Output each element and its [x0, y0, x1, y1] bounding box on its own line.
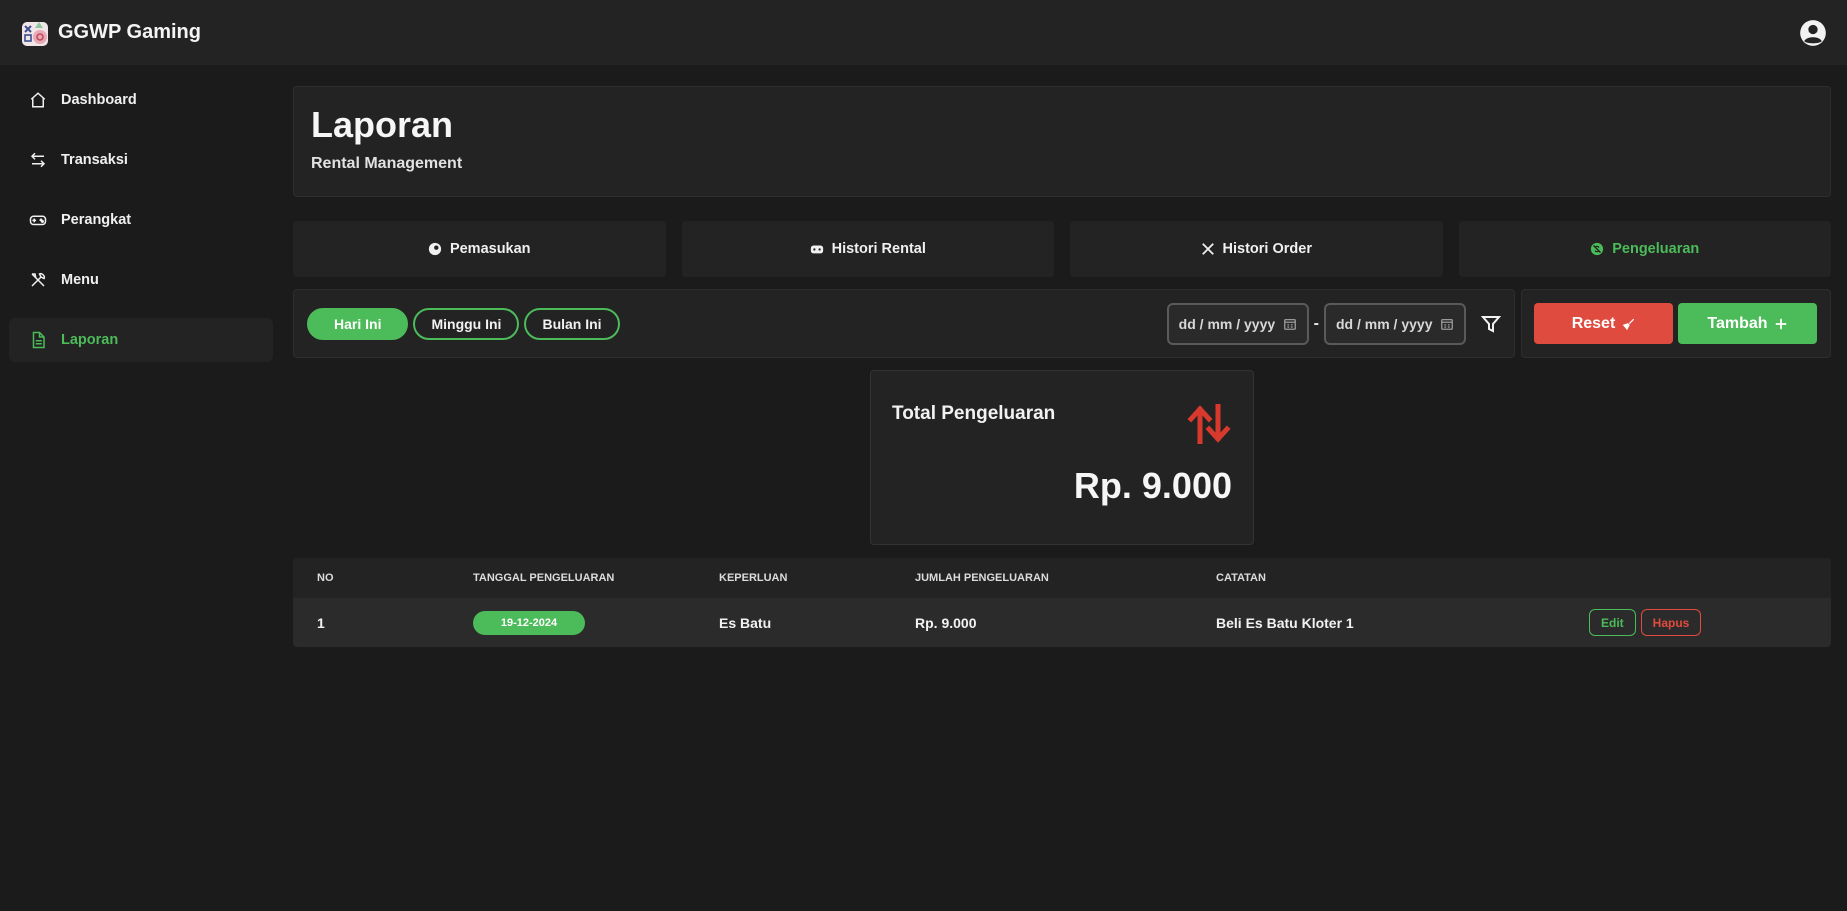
quick-filters: Hari Ini Minggu Ini Bulan Ini	[307, 307, 620, 340]
sidebar-item-laporan[interactable]: Laporan	[9, 318, 273, 362]
brand[interactable]: GGWP Gaming	[20, 18, 201, 48]
date-badge: 19-12-2024	[473, 610, 585, 635]
filter-icon[interactable]	[1481, 314, 1501, 334]
table-header: NO TANGGAL PENGELUARAN KEPERLUAN JUMLAH …	[293, 558, 1831, 598]
gamepad-icon	[29, 215, 47, 226]
tab-label: Histori Rental	[831, 241, 926, 257]
edit-button[interactable]: Edit	[1589, 609, 1636, 636]
date-separator: -	[1313, 314, 1319, 332]
date-from-placeholder: dd / mm / yyyy	[1178, 315, 1276, 332]
tab-histori-order[interactable]: Histori Order	[1070, 221, 1443, 277]
page-subtitle: Rental Management	[311, 155, 463, 172]
logo-icon	[22, 21, 48, 46]
tab-pengeluaran[interactable]: Pengeluaran	[1458, 221, 1831, 277]
filter-card: Hari Ini Minggu Ini Bulan Ini dd / mm / …	[293, 289, 1515, 358]
sidebar-item-perangkat[interactable]: Perangkat	[9, 198, 273, 242]
stat-label: Total Pengeluaran	[892, 403, 1056, 424]
date-from-input[interactable]: dd / mm / yyyy	[1166, 302, 1309, 345]
cell-catatan: Beli Es Batu Kloter 1	[1216, 614, 1354, 631]
column-header-no: NO	[317, 572, 334, 584]
broom-icon	[1623, 318, 1635, 330]
reset-label: Reset	[1571, 314, 1616, 332]
sidebar-item-label: Dashboard	[61, 92, 137, 108]
add-button[interactable]: Tambah	[1678, 303, 1817, 344]
column-header-tanggal: TANGGAL PENGELUARAN	[473, 572, 615, 584]
cell-tanggal: 19-12-2024	[473, 610, 719, 635]
date-to-placeholder: dd / mm / yyyy	[1336, 315, 1433, 332]
delete-button[interactable]: Hapus	[1640, 609, 1702, 636]
expense-table: NO TANGGAL PENGELUARAN KEPERLUAN JUMLAH …	[293, 558, 1831, 647]
utensils-icon	[1201, 243, 1214, 255]
filter-month-button[interactable]: Bulan Ini	[524, 307, 620, 340]
page-title: Laporan	[311, 104, 454, 145]
page-header: Laporan Rental Management	[293, 86, 1831, 197]
home-icon	[30, 92, 46, 108]
sidebar-item-label: Laporan	[61, 332, 119, 348]
filter-today-button[interactable]: Hari Ini	[307, 307, 409, 340]
tab-label: Pemasukan	[449, 241, 531, 257]
cell-no: 1	[317, 614, 325, 631]
controller-icon	[810, 245, 823, 254]
plus-icon	[1775, 318, 1786, 329]
action-card: Reset Tambah	[1521, 289, 1831, 358]
calendar-icon[interactable]	[1283, 317, 1297, 331]
utensils-icon	[31, 272, 46, 287]
app-name: GGWP Gaming	[58, 21, 201, 43]
report-tabs: Pemasukan Histori Rental Histori Order P…	[293, 221, 1831, 277]
total-expense-card: Total Pengeluaran Rp. 9.000	[870, 370, 1254, 545]
tab-pemasukan[interactable]: Pemasukan	[293, 221, 666, 277]
sidebar-item-label: Perangkat	[61, 212, 132, 228]
top-bar: GGWP Gaming	[0, 0, 1847, 65]
tab-histori-rental[interactable]: Histori Rental	[681, 221, 1054, 277]
arrows-exchange-icon	[30, 152, 46, 168]
cell-jumlah: Rp. 9.000	[915, 614, 977, 631]
account-icon[interactable]	[1799, 19, 1827, 47]
sort-arrows-icon	[1187, 404, 1231, 444]
tab-label: Pengeluaran	[1612, 241, 1700, 257]
sidebar-item-label: Menu	[61, 272, 99, 288]
cell-keperluan: Es Batu	[719, 614, 772, 631]
row-actions: Edit Hapus	[1589, 609, 1702, 636]
sidebar-item-label: Transaksi	[61, 152, 128, 168]
filter-row: Hari Ini Minggu Ini Bulan Ini dd / mm / …	[293, 289, 1831, 358]
filter-week-button[interactable]: Minggu Ini	[413, 307, 520, 340]
reset-button[interactable]: Reset	[1534, 303, 1673, 344]
table-row: 1 19-12-2024 Es Batu Rp. 9.000 Beli Es B…	[293, 598, 1831, 647]
document-icon	[32, 331, 45, 349]
column-header-jumlah: JUMLAH PENGELUARAN	[915, 572, 1049, 584]
date-range: dd / mm / yyyy - dd / mm / yyyy	[1166, 302, 1501, 345]
sidebar: Dashboard Transaksi Perangkat Menu Lapor…	[9, 78, 273, 378]
tab-label: Histori Order	[1222, 241, 1312, 257]
money-off-icon	[1591, 242, 1604, 256]
stat-value: Rp. 9.000	[1073, 465, 1232, 506]
sidebar-item-transaksi[interactable]: Transaksi	[9, 138, 273, 182]
column-header-catatan: CATATAN	[1216, 572, 1266, 584]
sidebar-item-dashboard[interactable]: Dashboard	[9, 78, 273, 122]
calendar-icon[interactable]	[1440, 317, 1454, 331]
date-to-input[interactable]: dd / mm / yyyy	[1324, 302, 1466, 345]
coins-icon	[428, 242, 442, 256]
column-header-keperluan: KEPERLUAN	[719, 572, 788, 584]
add-label: Tambah	[1707, 314, 1768, 332]
main-content: Laporan Rental Management Pemasukan Hist…	[293, 86, 1831, 647]
sidebar-item-menu[interactable]: Menu	[9, 258, 273, 302]
